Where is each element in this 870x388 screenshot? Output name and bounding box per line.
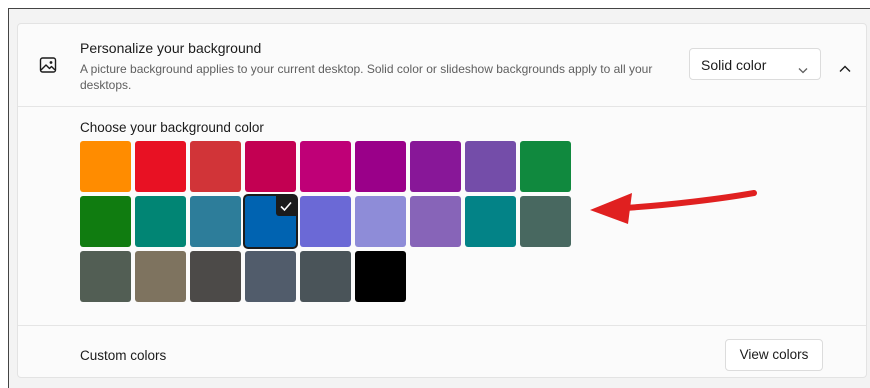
checkmark-icon xyxy=(276,196,296,216)
chevron-up-icon xyxy=(839,60,851,78)
chevron-down-icon xyxy=(798,61,808,79)
red-arrow-annotation xyxy=(590,190,757,224)
color-swatch[interactable] xyxy=(465,196,516,247)
color-swatch-grid xyxy=(80,141,600,311)
color-swatch[interactable] xyxy=(245,196,296,247)
color-swatch[interactable] xyxy=(135,141,186,192)
section-description: A picture background applies to your cur… xyxy=(80,62,653,92)
collapse-section-button[interactable] xyxy=(832,51,858,77)
background-type-dropdown[interactable]: Solid color xyxy=(689,48,821,80)
color-swatch[interactable] xyxy=(80,251,131,302)
color-swatch[interactable] xyxy=(410,141,461,192)
color-swatch[interactable] xyxy=(190,196,241,247)
color-swatch[interactable] xyxy=(135,251,186,302)
dropdown-selected-value: Solid color xyxy=(701,57,767,73)
color-swatch[interactable] xyxy=(355,141,406,192)
color-swatch[interactable] xyxy=(80,141,131,192)
color-swatch[interactable] xyxy=(465,141,516,192)
color-swatch[interactable] xyxy=(300,196,351,247)
color-swatch[interactable] xyxy=(245,141,296,192)
personalize-background-row: Personalize your background A picture ba… xyxy=(18,24,866,107)
color-swatch[interactable] xyxy=(190,251,241,302)
section-title: Personalize your background xyxy=(80,40,262,56)
color-swatch[interactable] xyxy=(190,141,241,192)
picture-icon xyxy=(38,55,58,75)
color-swatch[interactable] xyxy=(245,251,296,302)
custom-colors-label: Custom colors xyxy=(80,348,167,363)
color-swatch[interactable] xyxy=(520,141,571,192)
color-swatch[interactable] xyxy=(135,196,186,247)
view-colors-button[interactable]: View colors xyxy=(725,339,823,371)
divider xyxy=(18,325,866,326)
color-swatch[interactable] xyxy=(355,251,406,302)
color-swatch[interactable] xyxy=(520,196,571,247)
color-swatch[interactable] xyxy=(355,196,406,247)
color-swatch[interactable] xyxy=(410,196,461,247)
color-swatch[interactable] xyxy=(300,251,351,302)
color-picker-title: Choose your background color xyxy=(80,120,264,135)
color-swatch[interactable] xyxy=(80,196,131,247)
color-swatch[interactable] xyxy=(300,141,351,192)
